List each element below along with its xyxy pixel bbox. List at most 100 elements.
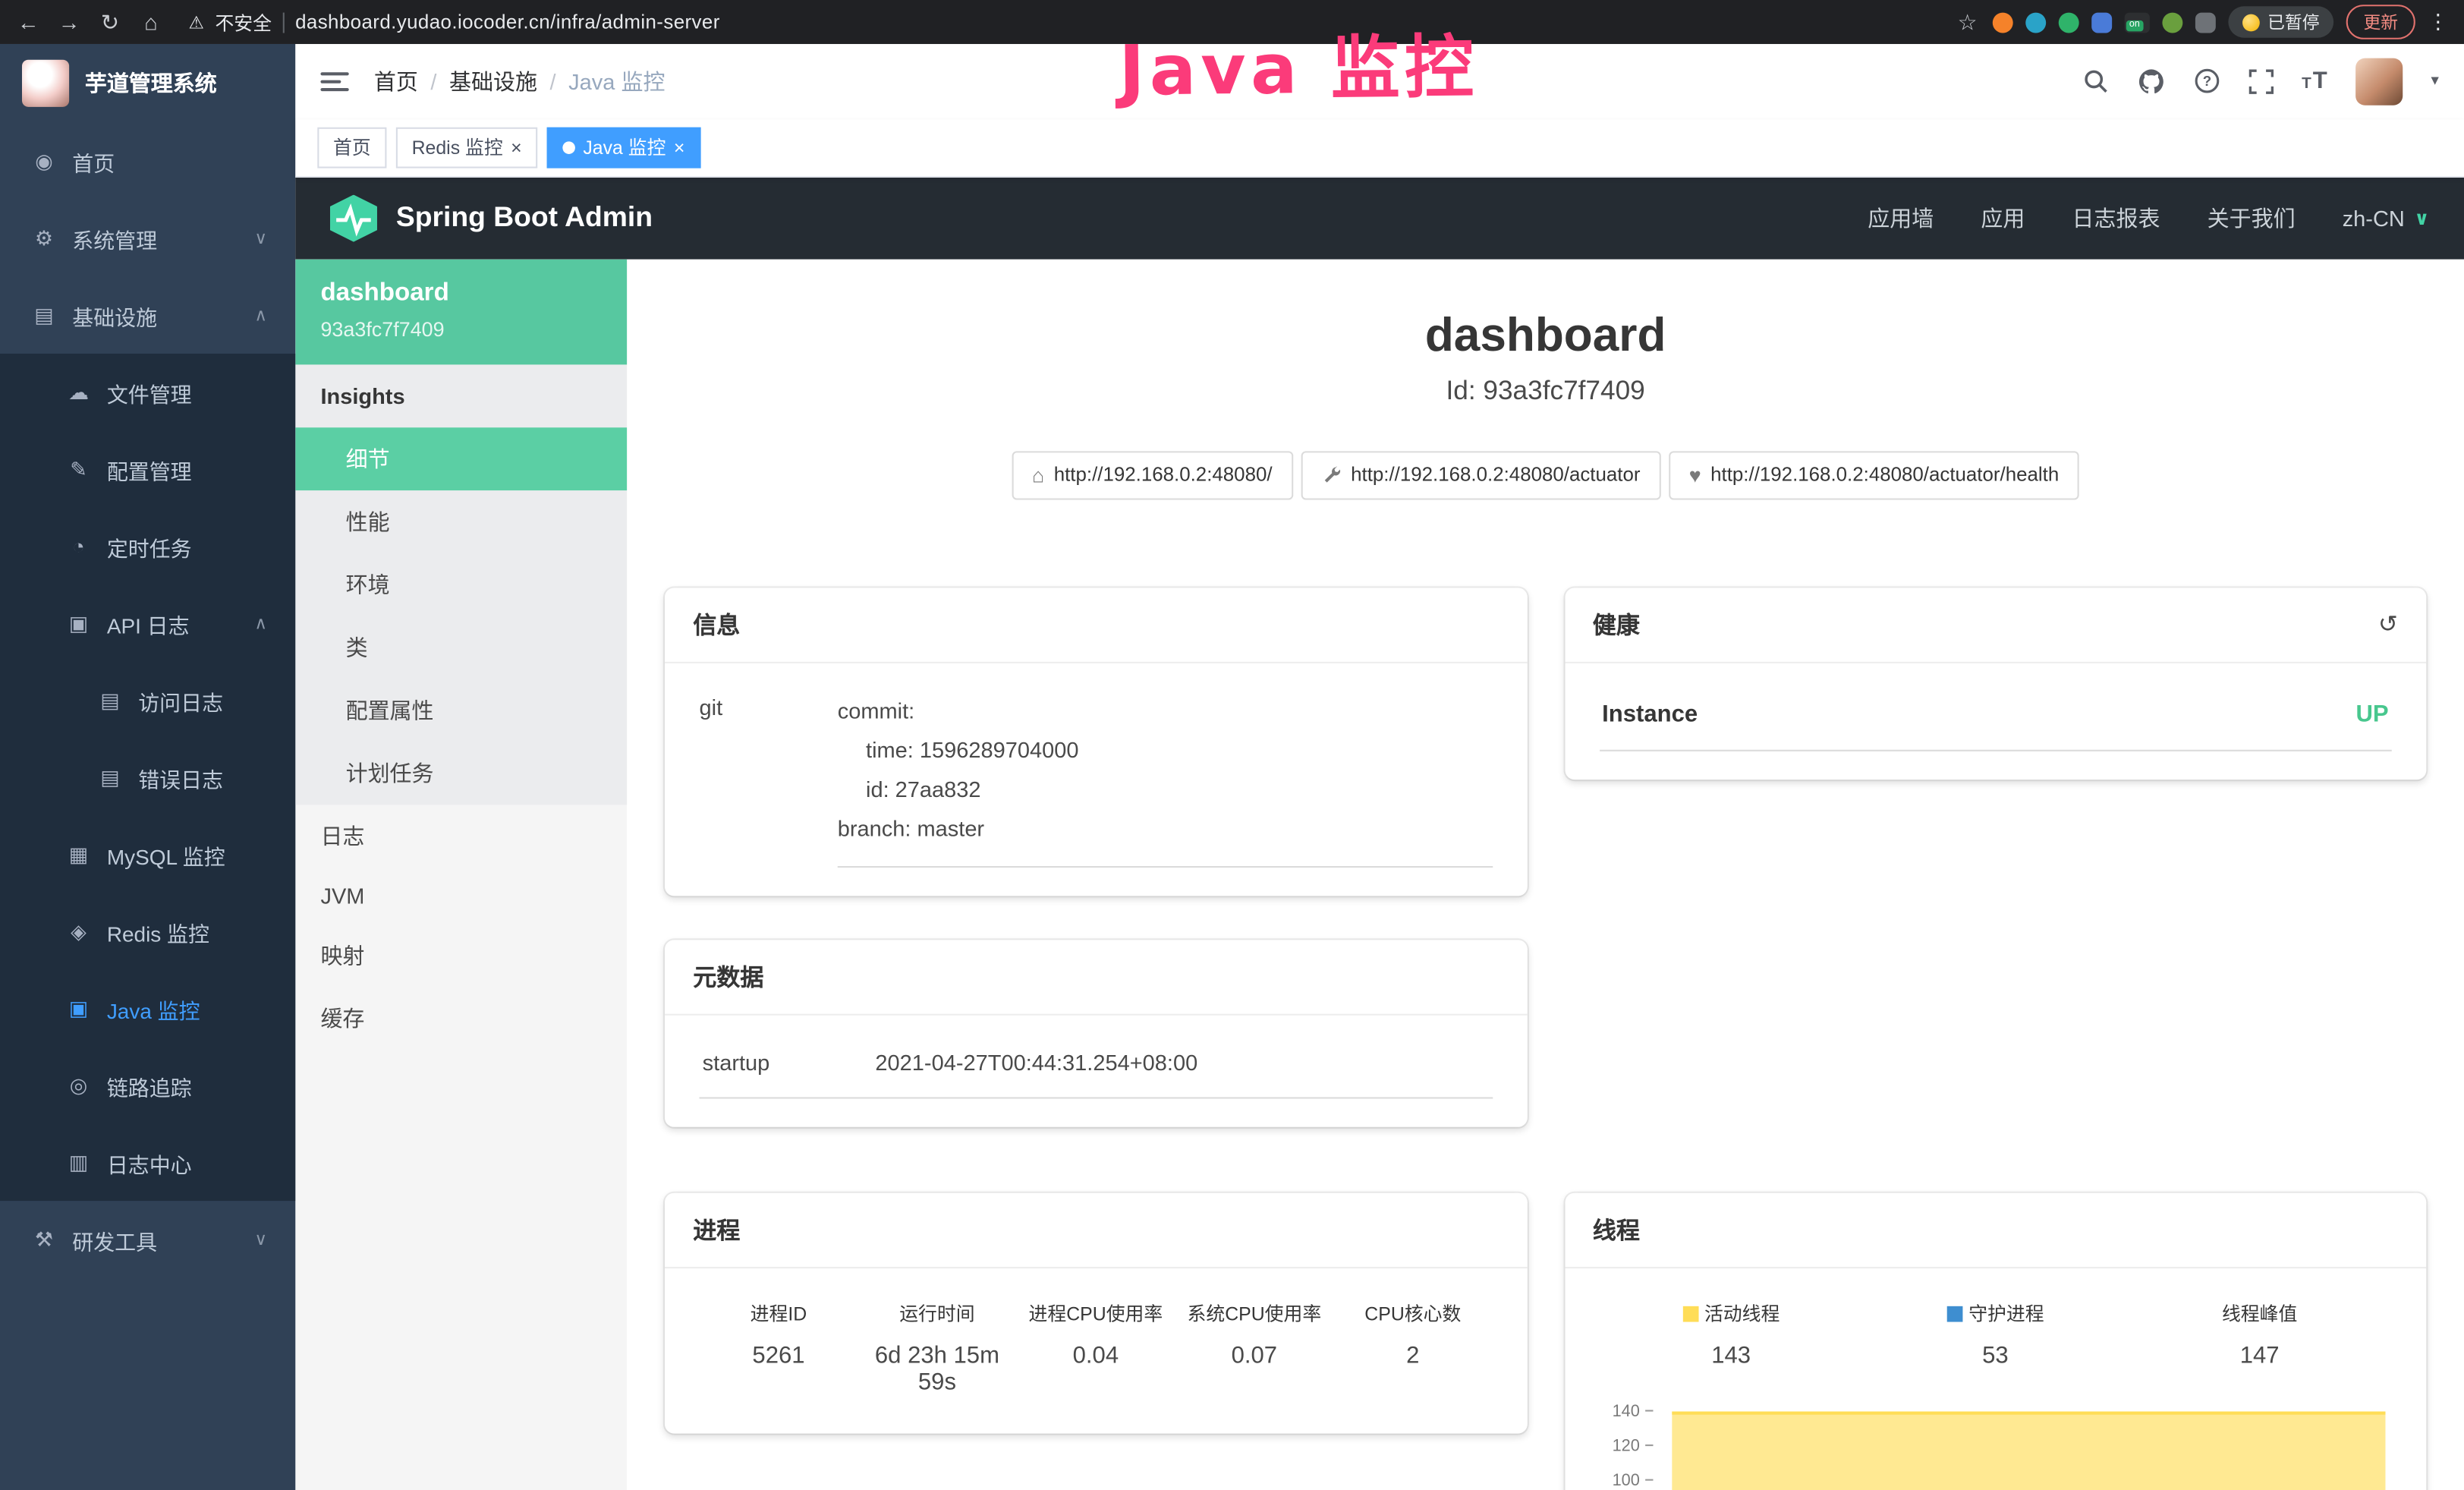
ext-grid-icon[interactable] (2091, 12, 2112, 33)
close-icon[interactable]: × (674, 138, 685, 157)
text-size-icon[interactable]: TT (2302, 71, 2327, 93)
sidebar-item-system-mgmt[interactable]: ⚙ 系统管理 ∨ (0, 200, 295, 276)
info-card-body: git commit: time: 1596289704000 id: 27aa… (665, 663, 1527, 896)
sidebar-item-java-monitor[interactable]: ▣ Java 监控 (0, 970, 295, 1047)
process-card: 进程 进程ID 5261 运行时间 (665, 1192, 1527, 1433)
hamburger-icon[interactable] (320, 72, 348, 91)
sidebar-item-api-logs[interactable]: ▣ API 日志 ∧ (0, 584, 295, 661)
infrastructure-icon: ▤ (31, 303, 56, 328)
sba-nav-wallboard[interactable]: 应用墙 (1868, 203, 1934, 234)
card-title-label: 健康 (1593, 608, 1640, 641)
sidebar-item-access-logs[interactable]: ▤ 访问日志 (0, 662, 295, 739)
metadata-card-title: 元数据 (665, 939, 1527, 1014)
reload-icon[interactable]: ↻ (97, 8, 122, 35)
redis-icon: ◈ (66, 918, 91, 943)
actuator-url-button[interactable]: http://192.168.0.2:48080/actuator (1301, 451, 1661, 499)
paused-badge[interactable]: 已暂停 (2228, 6, 2333, 37)
sidebar-item-scheduled-tasks[interactable]: ◔ 定时任务 (0, 508, 295, 584)
sidebar-item-error-logs[interactable]: ▤ 错误日志 (0, 739, 295, 815)
user-avatar[interactable] (2355, 58, 2403, 106)
help-icon[interactable]: ? (2193, 68, 2220, 95)
tag-java-monitor[interactable]: Java 监控 × (547, 128, 700, 169)
right-pane: 首页 / 基础设施 / Java 监控 ? (295, 44, 2464, 1490)
ext-switch-icon[interactable]: on (2125, 12, 2150, 33)
inst-nav-caches[interactable]: 缓存 (295, 987, 627, 1050)
sba-nav-journal[interactable]: 日志报表 (2072, 203, 2160, 234)
inst-nav-logs[interactable]: 日志 (295, 805, 627, 868)
sidebar-item-tracing[interactable]: ◎ 链路追踪 (0, 1047, 295, 1123)
sidebar-item-file-mgmt[interactable]: ☁ 文件管理 (0, 354, 295, 430)
active-threads-area-series (1671, 1411, 2385, 1490)
bookmark-star-icon[interactable]: ☆ (1955, 8, 1980, 35)
history-icon[interactable]: ↺ (2378, 610, 2398, 638)
info-value: commit: time: 1596289704000 id: 27aa832 … (838, 691, 1492, 867)
timer-icon: ◔ (66, 534, 91, 558)
ext-on-label: on (2126, 20, 2143, 30)
address-bar[interactable]: ⚠ 不安全 dashboard.yudao.iocoder.cn/infra/a… (188, 8, 719, 35)
chevron-down-icon: ∨ (254, 228, 267, 248)
ext-leaf-icon[interactable] (2162, 12, 2182, 33)
info-line: time: 1596289704000 (838, 731, 1492, 770)
inst-nav-jvm[interactable]: JVM (295, 868, 627, 925)
inst-nav-metrics[interactable]: 性能 (295, 490, 627, 553)
fullscreen-icon[interactable] (2248, 69, 2274, 94)
update-button[interactable]: 更新 (2346, 5, 2415, 39)
logo-avatar (22, 60, 69, 107)
breadcrumb-separator: / (430, 69, 436, 94)
sidebar-item-mysql-monitor[interactable]: ▦ MySQL 监控 (0, 816, 295, 893)
browser-menu-icon[interactable]: ⋮ (2428, 9, 2448, 34)
forward-icon[interactable]: → (57, 9, 82, 34)
inst-nav-config-props[interactable]: 配置属性 (295, 679, 627, 742)
sidebar-item-redis-monitor[interactable]: ◈ Redis 监控 (0, 893, 295, 969)
app-title: 芋道管理系统 (85, 68, 217, 99)
gear-icon: ⚙ (31, 225, 56, 250)
tag-redis-monitor[interactable]: Redis 监控 × (396, 128, 537, 169)
sidebar-item-config-mgmt[interactable]: ✎ 配置管理 (0, 430, 295, 507)
ext-puzzle-icon[interactable] (2195, 12, 2216, 33)
breadcrumb-item[interactable]: 基础设施 (449, 66, 537, 97)
ext-lion-icon[interactable] (1993, 12, 2013, 33)
github-icon[interactable] (2137, 68, 2165, 96)
health-card: 健康 ↺ Instance UP (1564, 587, 2426, 780)
y-axis-tick: 100 (1599, 1470, 1652, 1489)
main-content: dashboard Id: 93a3fc7f7409 ⌂ http://192.… (627, 259, 2464, 1490)
service-url-label: http://192.168.0.2:48080/ (1054, 465, 1273, 487)
browser-home-icon[interactable]: ⌂ (138, 9, 163, 34)
instance-header[interactable]: dashboard 93a3fc7f7409 (295, 259, 627, 364)
sidebar-item-home[interactable]: ◉ 首页 (0, 123, 295, 200)
cards-grid: 信息 git commit: time: 1596289704000 id: 2… (665, 587, 2426, 1490)
tag-home[interactable]: 首页 (317, 128, 386, 169)
inst-nav-details[interactable]: 细节 (295, 427, 627, 490)
sidebar-item-log-center[interactable]: ▥ 日志中心 (0, 1124, 295, 1201)
stat-pid: 进程ID 5261 (700, 1299, 858, 1395)
inst-nav-classes[interactable]: 类 (295, 616, 627, 679)
inst-nav-mappings[interactable]: 映射 (295, 924, 627, 987)
search-icon[interactable] (2082, 68, 2108, 95)
inst-nav-environment[interactable]: 环境 (295, 553, 627, 616)
legend-value: 53 (1863, 1342, 2127, 1369)
yellow-swatch-icon (1682, 1306, 1698, 1321)
insights-group: Insights 细节 性能 环境 类 配置属性 计划任务 (295, 364, 627, 805)
sidebar-item-label: 文件管理 (107, 376, 192, 408)
info-row-git: git commit: time: 1596289704000 id: 27aa… (700, 691, 1493, 867)
stat-label: 进程CPU使用率 (1016, 1299, 1175, 1326)
ext-vue-icon[interactable] (2059, 12, 2079, 33)
health-url-button[interactable]: ♥ http://192.168.0.2:48080/actuator/heal… (1669, 451, 2079, 499)
back-icon[interactable]: ← (16, 9, 41, 34)
sba-locale-select[interactable]: zh-CN ∨ (2343, 206, 2430, 231)
close-icon[interactable]: × (511, 138, 522, 157)
y-axis-tick: 140 (1599, 1401, 1652, 1420)
app-logo[interactable]: 芋道管理系统 (0, 44, 295, 123)
inst-nav-scheduled-tasks[interactable]: 计划任务 (295, 742, 627, 805)
sba-title: Spring Boot Admin (396, 202, 653, 235)
home-icon: ⌂ (1032, 464, 1044, 487)
avatar-caret-icon[interactable]: ▾ (2431, 73, 2438, 90)
sba-nav-applications[interactable]: 应用 (1981, 203, 2025, 234)
sidebar-item-infrastructure[interactable]: ▤ 基础设施 ∧ (0, 276, 295, 353)
service-url-button[interactable]: ⌂ http://192.168.0.2:48080/ (1012, 451, 1292, 499)
sba-nav-about[interactable]: 关于我们 (2208, 203, 2296, 234)
breadcrumb-item[interactable]: 首页 (374, 66, 418, 97)
sidebar-item-dev-tools[interactable]: ⚒ 研发工具 ∨ (0, 1201, 295, 1277)
ext-drop-icon[interactable] (2025, 12, 2046, 33)
sidebar-item-label: API 日志 (107, 607, 190, 638)
